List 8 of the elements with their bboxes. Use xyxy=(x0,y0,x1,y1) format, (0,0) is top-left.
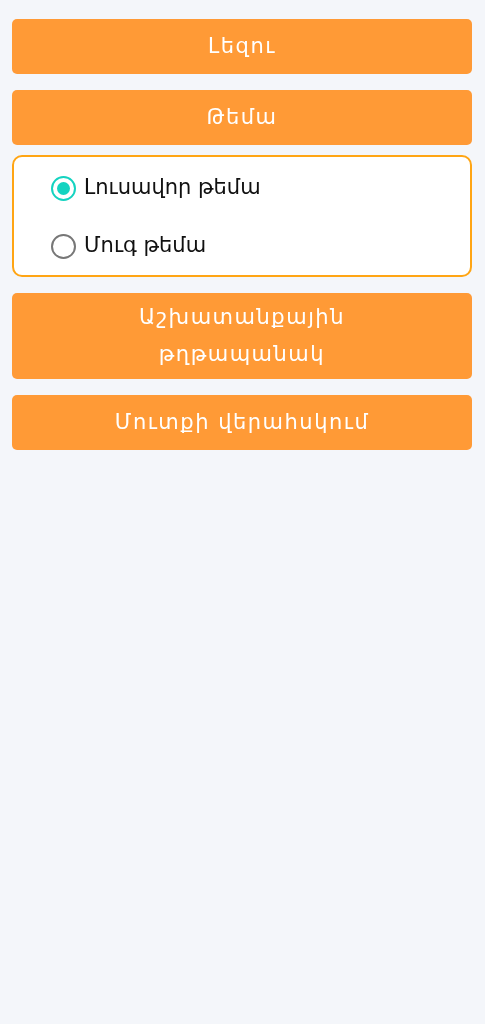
option-label[interactable]: Լուսավոր թեմա xyxy=(84,172,261,204)
menu-button[interactable]: Թեմա xyxy=(12,90,472,145)
radio-button[interactable] xyxy=(51,175,76,201)
menu-button[interactable]: Մուտքի վերահսկում xyxy=(12,394,472,450)
option-label[interactable]: Մուգ թեմա xyxy=(84,230,207,262)
menu-button[interactable]: Աշխատանքային թղթապանակ xyxy=(12,293,472,379)
menu-button[interactable]: Լեզու xyxy=(12,19,472,74)
radio-button[interactable] xyxy=(51,233,76,259)
